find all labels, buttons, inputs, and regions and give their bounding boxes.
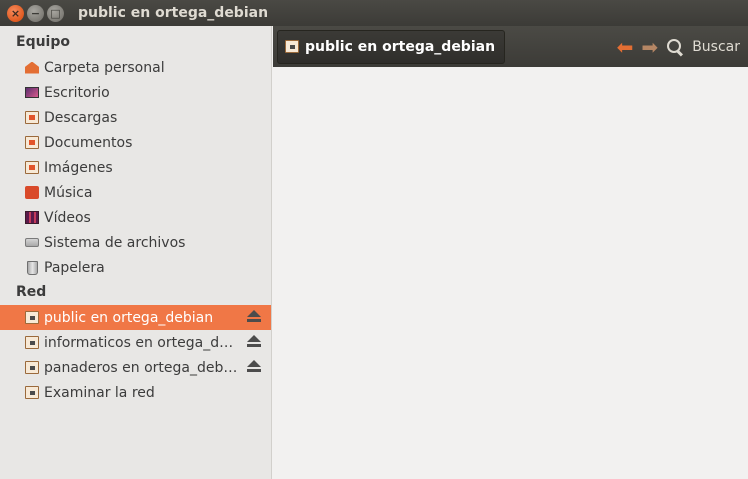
music-folder-icon [25, 186, 39, 200]
maximize-icon: □ [50, 6, 61, 20]
sidebar-item-label: Escritorio [44, 84, 110, 101]
sidebar-item-label: panaderos en ortega_debian [44, 359, 240, 376]
close-window-button[interactable]: × [7, 4, 24, 22]
network-folder-icon [25, 336, 39, 350]
close-icon: × [10, 6, 21, 20]
eject-icon[interactable] [246, 310, 262, 324]
minimize-window-button[interactable]: − [27, 4, 44, 22]
search-icon[interactable] [666, 38, 684, 56]
forward-arrow-icon[interactable]: ➡ [641, 37, 658, 57]
window-controls: × − □ [7, 4, 64, 22]
sidebar-item-public[interactable]: public en ortega_debian [0, 305, 271, 330]
sidebar-item-label: Carpeta personal [44, 59, 165, 76]
sidebar-item-label: Papelera [44, 259, 105, 276]
videos-folder-icon [25, 211, 39, 225]
sidebar-item-documentos[interactable]: Documentos [0, 130, 271, 155]
network-folder-icon [25, 311, 39, 325]
eject-icon[interactable] [246, 335, 262, 349]
sidebar-item-label: public en ortega_debian [44, 309, 214, 326]
sidebar-item-informaticos[interactable]: informaticos en ortega_de… [0, 330, 271, 355]
sidebar-section-equipo: Equipo [16, 34, 70, 50]
sidebar-item-label: Imágenes [44, 159, 113, 176]
home-folder-icon [25, 61, 39, 75]
filesystem-icon [25, 236, 39, 250]
pictures-folder-icon [25, 161, 39, 175]
window-title: public en ortega_debian [78, 5, 269, 21]
trash-icon [25, 260, 39, 275]
search-button[interactable]: Buscar [692, 39, 740, 55]
sidebar-item-escritorio[interactable]: Escritorio [0, 80, 271, 105]
downloads-folder-icon [25, 111, 39, 125]
minimize-icon: − [30, 6, 41, 20]
sidebar-item-sistema-de-archivos[interactable]: Sistema de archivos [0, 230, 271, 255]
back-arrow-icon[interactable]: ⬅ [617, 37, 634, 57]
sidebar-item-panaderos[interactable]: panaderos en ortega_debian [0, 355, 271, 380]
sidebar-item-videos[interactable]: Vídeos [0, 205, 271, 230]
network-folder-icon [25, 361, 39, 375]
documents-folder-icon [25, 136, 39, 150]
toolbar: public en ortega_debian ⬅ ➡ Buscar [273, 26, 748, 67]
maximize-window-button[interactable]: □ [47, 4, 64, 22]
sidebar-item-musica[interactable]: Música [0, 180, 271, 205]
sidebar-item-label: Examinar la red [44, 384, 155, 401]
sidebar-item-label: Sistema de archivos [44, 234, 186, 251]
sidebar-item-label: Descargas [44, 109, 118, 126]
eject-icon[interactable] [246, 360, 262, 374]
sidebar-item-label: informaticos en ortega_de… [44, 334, 240, 351]
title-bar: × − □ public en ortega_debian [0, 0, 748, 26]
file-view[interactable] [273, 67, 748, 479]
sidebar-item-label: Documentos [44, 134, 133, 151]
sidebar-item-label: Música [44, 184, 93, 201]
network-browse-icon [25, 386, 39, 400]
path-bar-label: public en ortega_debian [305, 38, 496, 55]
network-folder-icon [285, 40, 299, 53]
sidebar-item-examinar-la-red[interactable]: Examinar la red [0, 380, 271, 405]
sidebar-section-red: Red [16, 284, 47, 300]
sidebar-item-label: Vídeos [44, 209, 91, 226]
sidebar-item-descargas[interactable]: Descargas [0, 105, 271, 130]
navigation-controls: ⬅ ➡ Buscar [617, 37, 740, 57]
sidebar-item-imagenes[interactable]: Imágenes [0, 155, 271, 180]
sidebar-item-carpeta-personal[interactable]: Carpeta personal [0, 55, 271, 80]
desktop-icon [25, 86, 39, 100]
sidebar-item-papelera[interactable]: Papelera [0, 255, 271, 280]
places-sidebar: Equipo Carpeta personal Escritorio Desca… [0, 26, 272, 479]
path-bar-button[interactable]: public en ortega_debian [277, 29, 506, 64]
